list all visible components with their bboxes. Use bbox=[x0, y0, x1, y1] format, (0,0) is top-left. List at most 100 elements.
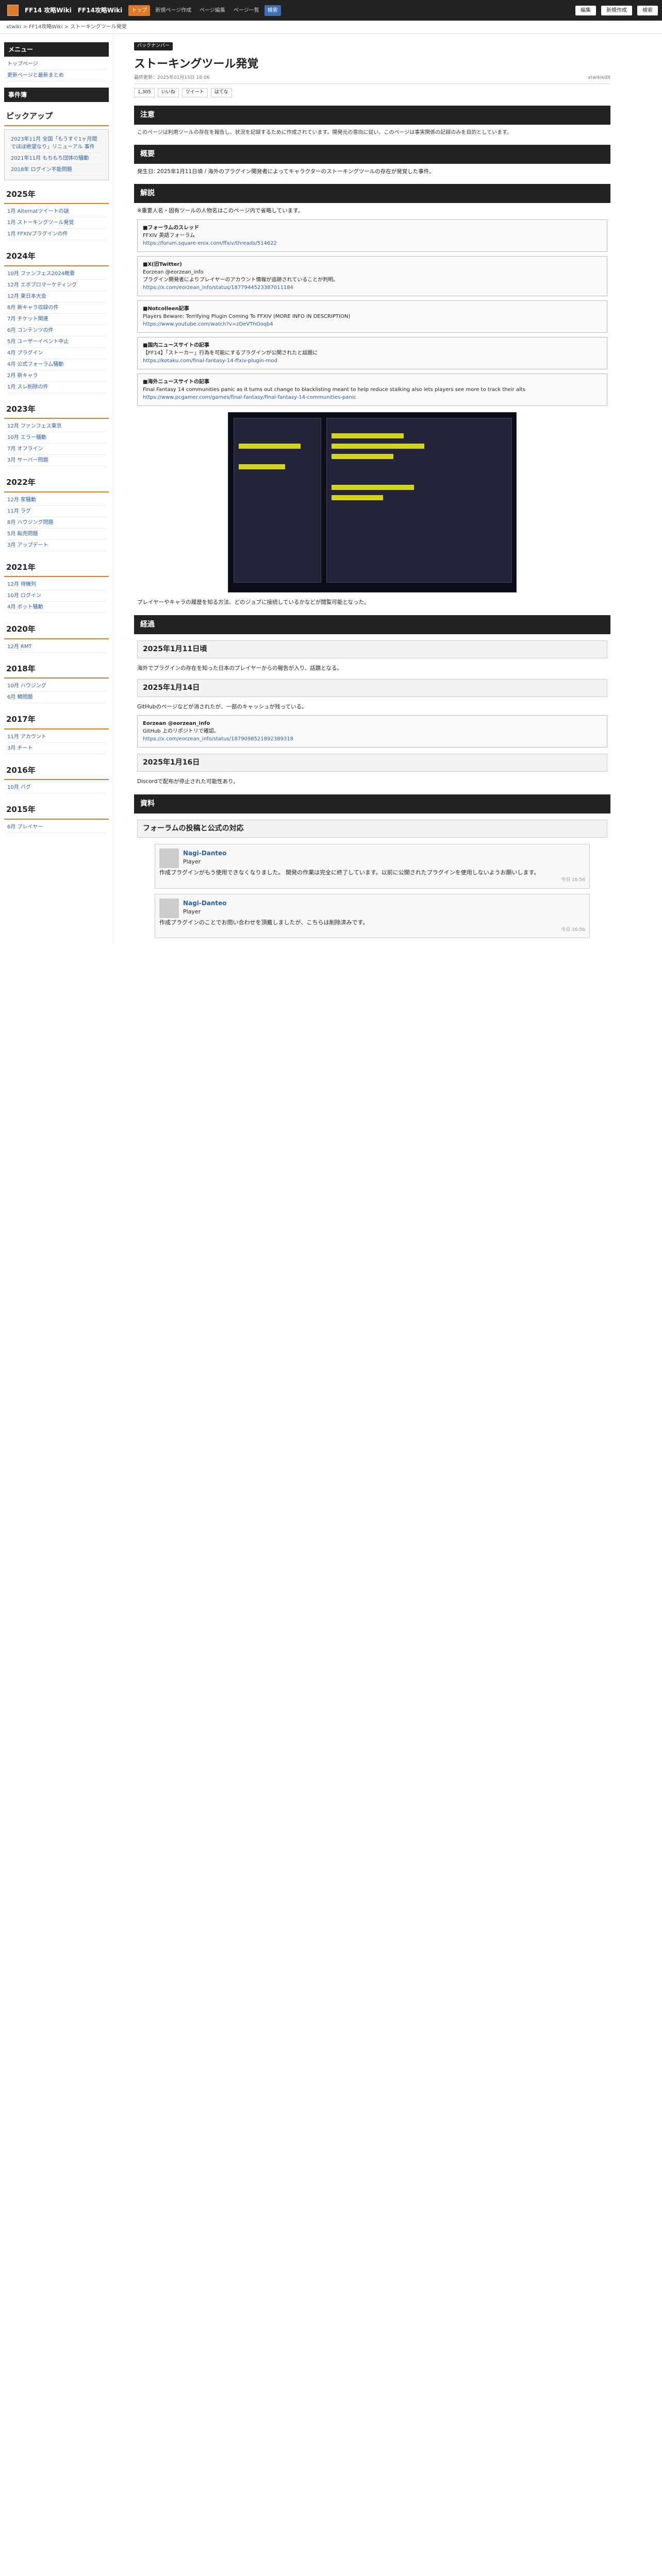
nav-list[interactable]: ページ一覧 bbox=[230, 5, 262, 16]
event-item[interactable]: 11月 アカウント bbox=[7, 732, 106, 743]
ref-title: ■Notcolleen記事 bbox=[143, 306, 189, 312]
create-button[interactable]: 新規作成 bbox=[601, 5, 632, 15]
ref-link[interactable]: https://x.com/eorzean_info/status/187794… bbox=[143, 284, 602, 292]
redacted-bar bbox=[332, 495, 383, 500]
event-item[interactable]: 1月 FFXIVプラグインの件 bbox=[7, 229, 106, 240]
redacted-bar bbox=[332, 444, 424, 449]
menu-item[interactable]: 更新ページと最新まとめ bbox=[7, 70, 106, 81]
year-2024: 2024年 bbox=[4, 247, 109, 266]
redacted-bar bbox=[332, 433, 404, 438]
date-heading: 2025年1月14日 bbox=[137, 679, 607, 697]
nav-top[interactable]: トップ bbox=[128, 5, 151, 16]
ref-link[interactable]: https://www.youtube.com/watch?v=zDeVThOo… bbox=[143, 320, 602, 328]
date-heading: 2025年1月11日頃 bbox=[137, 640, 607, 658]
year-2023: 2023年 bbox=[4, 400, 109, 419]
event-item[interactable]: 6月 鯖問題 bbox=[7, 692, 106, 703]
event-item[interactable]: 6月 プレイヤー bbox=[7, 822, 106, 833]
event-item[interactable]: 1月 Alternatツイートの謎 bbox=[7, 206, 106, 217]
event-item[interactable]: 4月 プラグイン bbox=[7, 348, 106, 359]
poster-name[interactable]: Nagi-Danteo bbox=[183, 849, 227, 858]
section-summary: 概要 bbox=[134, 144, 610, 164]
event-item[interactable]: 8月 ハウジング問題 bbox=[7, 517, 106, 529]
ref-box-jp-news: ■国内ニュースサイトの記事 【FF14】「ストーカー」行為を可能にするプラグイン… bbox=[137, 337, 607, 369]
event-item[interactable]: 12月 RMT bbox=[7, 641, 106, 653]
event-item[interactable]: 2月 新キャラ bbox=[7, 370, 106, 382]
post-timestamp: 今日 16:56 bbox=[561, 927, 585, 933]
section-notice: 注意 bbox=[134, 105, 610, 125]
pickup-item[interactable]: 2018年 ログイン不能問題 bbox=[11, 164, 102, 176]
event-item[interactable]: 7月 オフライン bbox=[7, 444, 106, 455]
event-item[interactable]: 3月 チート bbox=[7, 743, 106, 754]
tweet-button[interactable]: ツイート bbox=[181, 88, 208, 97]
poster-role: Player bbox=[183, 908, 201, 915]
top-nav: トップ 新規ページ作成 ページ編集 ページ一覧 検索 bbox=[128, 5, 281, 16]
event-item[interactable]: 10月 ハウジング bbox=[7, 681, 106, 692]
resource-subheading: フォーラムの投稿と公式の対応 bbox=[137, 820, 607, 838]
top-bar: FF14 攻略Wiki FF14攻略Wiki トップ 新規ページ作成 ページ編集… bbox=[0, 0, 662, 21]
event-item[interactable]: 4月 公式フォーラム騒動 bbox=[7, 359, 106, 370]
author[interactable]: xtwikiedit bbox=[588, 75, 610, 82]
nav-new[interactable]: 新規ページ作成 bbox=[152, 5, 194, 16]
event-item[interactable]: 6月 コンテンツの件 bbox=[7, 325, 106, 336]
event-item[interactable]: 5月 ユーザーイベント中止 bbox=[7, 336, 106, 348]
event-item[interactable]: 10月 エラー騒動 bbox=[7, 432, 106, 444]
edit-button[interactable]: 編集 bbox=[575, 5, 596, 15]
breadcrumb[interactable]: xtwiki > FF14攻略Wiki > ストーキングツール発覚 bbox=[0, 21, 662, 34]
category-tag[interactable]: バックナンバー bbox=[134, 42, 173, 50]
nav-edit[interactable]: ページ編集 bbox=[196, 5, 228, 16]
summary-text: 発生日: 2025年1月11日頃 / 海外のプラグイン開発者によってキャラクター… bbox=[137, 168, 435, 175]
pickup-item[interactable]: 2021年11月 もちもち団体の騒動 bbox=[11, 153, 102, 164]
ref-link[interactable]: https://x.com/eorzean_info/status/187909… bbox=[143, 735, 602, 743]
event-item[interactable]: 7月 チケット関連 bbox=[7, 314, 106, 325]
ref-link[interactable]: https://www.pcgamer.com/games/final-fant… bbox=[143, 394, 602, 401]
year-2021: 2021年 bbox=[4, 558, 109, 577]
pickup-item[interactable]: 2023年11月 全国「もうすぐ1ヶ月間でほぼ絶望なり」リニューアル 事件 bbox=[11, 134, 102, 153]
event-item[interactable]: 8月 新キャラ収録の件 bbox=[7, 302, 106, 314]
poster-name[interactable]: Nagi-Danteo bbox=[183, 899, 227, 908]
year-2020: 2020年 bbox=[4, 620, 109, 639]
page-title: ストーキングツール発覚 bbox=[134, 57, 259, 71]
event-item[interactable]: 4月 ボット騒動 bbox=[7, 602, 106, 613]
search-button[interactable]: 検索 bbox=[637, 5, 658, 15]
event-item[interactable]: 10月 ファンフェス2024概要 bbox=[7, 268, 106, 280]
date-text: 海外でプラグインの存在を知った日本のプレイヤーからの報告が入り、話題となる。 bbox=[137, 665, 342, 671]
site-logo-2[interactable]: FF14攻略Wiki bbox=[78, 6, 123, 15]
ref-line: Players Beware: Terrifying Plugin Coming… bbox=[143, 314, 351, 319]
post-text: 作成プラグインがもう使用できなくなりました。 開発の作業は完全に終了しています。… bbox=[159, 869, 540, 876]
nav-search[interactable]: 検索 bbox=[264, 5, 281, 16]
post-text: 作成プラグインのことでお問い合わせを頂戴しましたが、こちらは削除済みです。 bbox=[159, 919, 369, 926]
ref-box-video: ■Notcolleen記事 Players Beware: Terrifying… bbox=[137, 300, 607, 333]
site-logo[interactable]: FF14 攻略Wiki bbox=[4, 1, 72, 20]
ref-link[interactable]: https://kotaku.com/final-fantasy-14-ffxi… bbox=[143, 357, 602, 365]
ref-text: GitHub 上のリポジトリで確認。 bbox=[143, 728, 219, 735]
redacted-bar bbox=[239, 464, 285, 469]
redacted-bar bbox=[332, 485, 414, 490]
event-item[interactable]: 5月 転売問題 bbox=[7, 529, 106, 540]
event-item[interactable]: 12月 家騒動 bbox=[7, 495, 106, 506]
event-item[interactable]: 12月 エボブロマーケティング bbox=[7, 280, 106, 291]
event-item[interactable]: 12月 待機列 bbox=[7, 579, 106, 590]
page-meta: 最終更新：2025年01月15日 18:06 xtwikiedit bbox=[134, 75, 610, 84]
ref-text: プラグイン開発者によりプレイヤーのアカウント情報が追跡されていることが判明。 bbox=[143, 277, 339, 283]
year-2025: 2025年 bbox=[4, 185, 109, 204]
event-item[interactable]: 3月 アップデート bbox=[7, 540, 106, 551]
year-2016: 2016年 bbox=[4, 761, 109, 780]
event-item[interactable]: 12月 東日本大会 bbox=[7, 291, 106, 302]
avatar bbox=[159, 898, 179, 918]
event-item[interactable]: 12月 ファンフェス東京 bbox=[7, 421, 106, 432]
menu-item[interactable]: トップページ bbox=[7, 59, 106, 70]
event-item[interactable]: 10月 ログイン bbox=[7, 590, 106, 602]
event-item[interactable]: 1月 ストーキングツール発覚 bbox=[7, 217, 106, 229]
ref-link[interactable]: https://forum.square-enix.com/ffxiv/thre… bbox=[143, 240, 602, 247]
ref-text: Final Fantasy 14 communities panic as it… bbox=[143, 387, 525, 393]
ref-box-date2: Eorzean @eorzean_info GitHub 上のリポジトリで確認。… bbox=[137, 715, 607, 748]
section-progress: 経過 bbox=[134, 615, 610, 634]
event-item[interactable]: 10月 バグ bbox=[7, 782, 106, 793]
event-item[interactable]: 11月 ラグ bbox=[7, 506, 106, 517]
like-button[interactable]: いいね bbox=[157, 88, 179, 97]
hatena-button[interactable]: はてな bbox=[210, 88, 232, 97]
ref-title: ■フォーラムのスレッド bbox=[143, 225, 200, 231]
event-item[interactable]: 1月 スレ削除の件 bbox=[7, 382, 106, 393]
event-item[interactable]: 3月 サーバー問題 bbox=[7, 455, 106, 466]
logo-icon bbox=[7, 5, 19, 16]
